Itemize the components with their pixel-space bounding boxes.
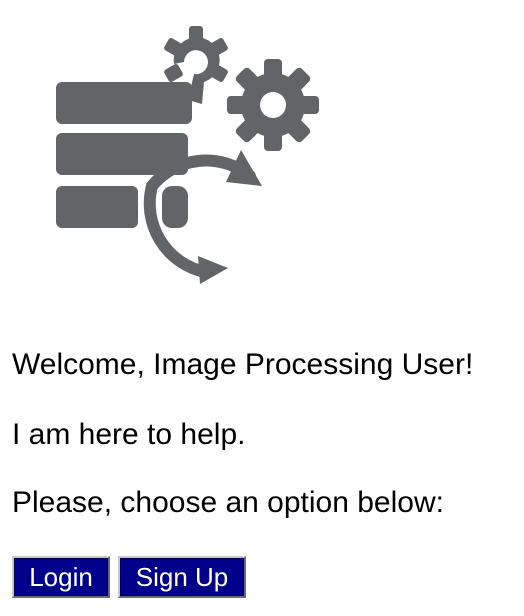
server-bar-bottom [56, 186, 138, 228]
app-logo [40, 20, 340, 290]
large-gear-icon [227, 59, 319, 151]
sign-up-button[interactable]: Sign Up [118, 556, 246, 598]
database-gears-cycle-icon [56, 26, 319, 284]
auth-button-row: Login Sign Up [12, 556, 246, 598]
help-message: I am here to help. [12, 418, 246, 451]
login-button[interactable]: Login [12, 556, 110, 598]
choose-option-prompt: Please, choose an option below: [12, 486, 444, 519]
welcome-message: Welcome, Image Processing User! [12, 348, 474, 381]
server-bar-tail [162, 186, 188, 228]
server-bar-top [56, 82, 192, 124]
